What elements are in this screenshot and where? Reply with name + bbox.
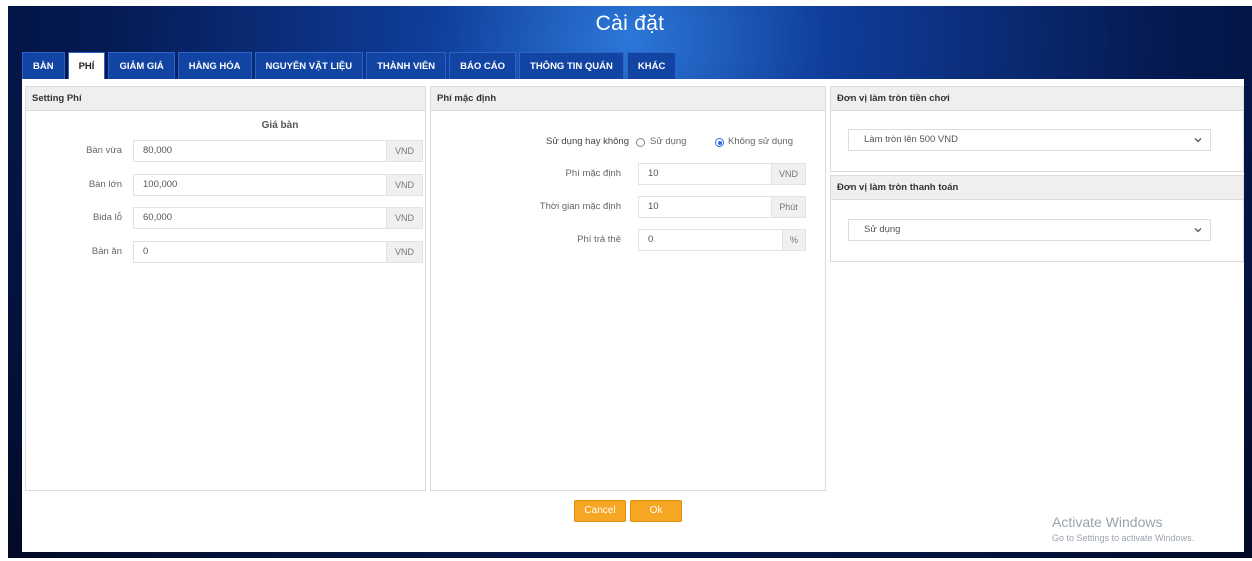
tab-giam-gia[interactable]: GIẢM GIÁ xyxy=(108,52,175,79)
rounding-play-value: Làm tròn lên 500 VND xyxy=(864,134,958,145)
price-unit: VND xyxy=(387,174,423,196)
chevron-down-icon xyxy=(1194,138,1202,143)
default-fee-row: Phí mặc định 10 VND xyxy=(431,163,827,185)
price-input-ban-an[interactable]: 0 xyxy=(133,241,387,263)
setting-phi-panel: Setting Phí Giá bàn Bàn vừa 80,000 VND B… xyxy=(25,86,426,491)
field-unit: VND xyxy=(772,163,806,185)
default-time-input[interactable]: 10 xyxy=(638,196,772,218)
tab-thong-tin-quan[interactable]: THÔNG TIN QUÁN xyxy=(519,52,624,79)
card-fee-row: Phí trả thẻ 0 % xyxy=(431,229,827,251)
gia-ban-header: Giá bàn xyxy=(261,120,299,131)
price-row-ban-vua: Bàn vừa 80,000 VND xyxy=(26,140,427,162)
rounding-play-panel: Đơn vị làm tròn tiền chơi Làm tròn lên 5… xyxy=(830,86,1244,172)
cancel-button[interactable]: Cancel xyxy=(574,500,626,522)
watermark-subtitle: Go to Settings to activate Windows. xyxy=(1052,533,1195,543)
rounding-payment-value: Sử dụng xyxy=(864,224,901,235)
tab-bao-cao[interactable]: BÁO CÁO xyxy=(449,52,517,79)
window-title: Cài đặt xyxy=(595,12,665,35)
tab-thanh-vien[interactable]: THÀNH VIÊN xyxy=(366,52,447,79)
tab-content: Setting Phí Giá bàn Bàn vừa 80,000 VND B… xyxy=(22,79,1244,552)
ok-button[interactable]: Ok xyxy=(630,500,682,522)
field-label: Phí mặc định xyxy=(565,168,621,179)
tab-hang-hoa[interactable]: HÀNG HÓA xyxy=(177,52,252,79)
card-fee-input[interactable]: 0 xyxy=(638,229,783,251)
rounding-payment-select[interactable]: Sử dụng xyxy=(848,219,1211,241)
tab-khac[interactable]: KHÁC xyxy=(626,52,677,79)
field-unit: Phút xyxy=(772,196,806,218)
price-input-ban-lon[interactable]: 100,000 xyxy=(133,174,387,196)
field-unit: % xyxy=(783,229,806,251)
radio-su-dung[interactable] xyxy=(636,138,645,147)
tab-bar: BÀN PHÍ GIẢM GIÁ HÀNG HÓA NGUYÊN VẬT LIỆ… xyxy=(22,52,679,81)
price-unit: VND xyxy=(387,140,423,162)
rounding-play-select[interactable]: Làm tròn lên 500 VND xyxy=(848,129,1211,151)
tab-phi[interactable]: PHÍ xyxy=(67,52,106,81)
rounding-play-title: Đơn vị làm tròn tiền chơi xyxy=(831,87,1243,111)
settings-window: Cài đặt BÀN PHÍ GIẢM GIÁ HÀNG HÓA NGUYÊN… xyxy=(8,6,1252,558)
radio-khong-su-dung-label: Không sử dụng xyxy=(728,136,793,147)
price-label: Bàn vừa xyxy=(86,145,122,156)
price-input-bida-lo[interactable]: 60,000 xyxy=(133,207,387,229)
chevron-down-icon xyxy=(1194,228,1202,233)
rounding-payment-title: Đơn vị làm tròn thanh toán xyxy=(831,176,1243,200)
use-default-fee-label: Sử dụng hay không xyxy=(546,136,629,147)
price-input-ban-vua[interactable]: 80,000 xyxy=(133,140,387,162)
phi-mac-dinh-title: Phí mặc định xyxy=(431,87,825,111)
price-unit: VND xyxy=(387,241,423,263)
price-row-bida-lo: Bida lỗ 60,000 VND xyxy=(26,207,427,229)
price-unit: VND xyxy=(387,207,423,229)
tab-nguyen-vat-lieu[interactable]: NGUYÊN VẬT LIỆU xyxy=(254,52,364,79)
radio-su-dung-label: Sử dụng xyxy=(650,136,687,147)
rounding-payment-panel: Đơn vị làm tròn thanh toán Sử dụng xyxy=(830,175,1244,262)
price-row-ban-lon: Bàn lớn 100,000 VND xyxy=(26,174,427,196)
price-label: Bida lỗ xyxy=(92,212,122,223)
phi-mac-dinh-panel: Phí mặc định Sử dụng hay không Sử dụng K… xyxy=(430,86,826,491)
radio-khong-su-dung[interactable] xyxy=(715,138,724,147)
price-label: Bàn lớn xyxy=(88,179,122,190)
price-label: Bàn ăn xyxy=(91,246,122,257)
watermark-title: Activate Windows xyxy=(1052,514,1163,530)
default-fee-input[interactable]: 10 xyxy=(638,163,772,185)
price-row-ban-an: Bàn ăn 0 VND xyxy=(26,241,427,263)
setting-phi-title: Setting Phí xyxy=(26,87,425,111)
use-default-fee-row: Sử dụng hay không Sử dụng Không sử dụng xyxy=(431,131,827,153)
tab-ban[interactable]: BÀN xyxy=(22,52,65,79)
field-label: Thời gian mặc định xyxy=(539,201,621,212)
field-label: Phí trả thẻ xyxy=(577,234,621,245)
default-time-row: Thời gian mặc định 10 Phút xyxy=(431,196,827,218)
